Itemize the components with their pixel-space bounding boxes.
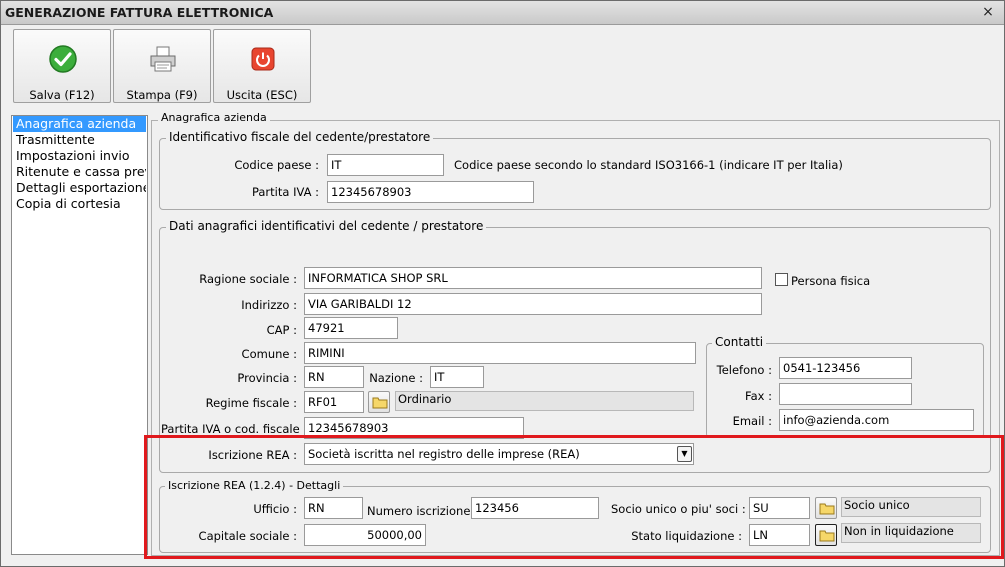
panel-title: Anagrafica azienda xyxy=(158,111,270,124)
window-title: GENERAZIONE FATTURA ELETTRONICA xyxy=(5,5,274,20)
folder-icon xyxy=(372,397,388,409)
close-icon[interactable]: × xyxy=(980,4,996,20)
contacts-title: Contatti xyxy=(712,335,767,349)
address-field[interactable]: VIA GARIBALDI 12 xyxy=(304,293,762,315)
city-label: Comune : xyxy=(241,347,297,361)
country-code-label: Codice paese : xyxy=(234,158,319,172)
nation-field[interactable]: IT xyxy=(430,366,484,388)
vat-or-cf-label: Partita IVA o cod. fiscale : xyxy=(161,422,308,436)
tax-regime-code-field[interactable]: RF01 xyxy=(304,391,364,413)
country-code-hint: Codice paese secondo lo standard ISO3166… xyxy=(454,158,843,172)
tax-regime-label: Regime fiscale : xyxy=(205,396,297,410)
exit-button[interactable]: Uscita (ESC) xyxy=(213,29,311,103)
main-window: GENERAZIONE FATTURA ELETTRONICA × Salva … xyxy=(0,0,1005,567)
registry-title: Dati anagrafici identificativi del ceden… xyxy=(166,219,487,233)
vat-label: Partita IVA : xyxy=(251,185,319,199)
highlight-frame xyxy=(144,435,1004,559)
save-label: Salva (F12) xyxy=(29,88,95,102)
natural-person-checkbox[interactable] xyxy=(775,273,788,286)
company-name-label: Ragione sociale : xyxy=(199,272,297,286)
email-label: Email : xyxy=(732,414,772,428)
nav-item-cortesia[interactable]: Copia di cortesia xyxy=(13,196,146,212)
vat-field[interactable]: 12345678903 xyxy=(327,181,534,203)
fax-field[interactable] xyxy=(779,383,912,405)
country-code-field[interactable]: IT xyxy=(327,154,444,176)
title-bar: GENERAZIONE FATTURA ELETTRONICA × xyxy=(1,1,1004,25)
nav-item-ritenute[interactable]: Ritenute e cassa previdenziale xyxy=(13,164,146,180)
printer-icon xyxy=(150,46,176,72)
natural-person-label: Persona fisica xyxy=(791,274,871,288)
phone-label: Telefono : xyxy=(716,363,772,377)
nav-item-impostazioni[interactable]: Impostazioni invio xyxy=(13,148,146,164)
zip-label: CAP : xyxy=(266,323,297,337)
nation-label: Nazione : xyxy=(369,371,423,385)
section-list: Anagrafica azienda Trasmittente Impostaz… xyxy=(11,115,148,555)
tax-regime-lookup-button[interactable] xyxy=(368,391,390,413)
checkmark-icon xyxy=(49,45,77,73)
address-label: Indirizzo : xyxy=(241,298,297,312)
exit-label: Uscita (ESC) xyxy=(226,88,298,102)
print-label: Stampa (F9) xyxy=(126,88,198,102)
email-field[interactable]: info@azienda.com xyxy=(779,409,974,431)
nav-item-esportazione[interactable]: Dettagli esportazione xyxy=(13,180,146,196)
phone-field[interactable]: 0541-123456 xyxy=(779,357,912,379)
nav-item-trasmittente[interactable]: Trasmittente xyxy=(13,132,146,148)
city-field[interactable]: RIMINI xyxy=(304,342,696,364)
province-field[interactable]: RN xyxy=(304,366,364,388)
power-icon xyxy=(251,47,275,71)
print-button[interactable]: Stampa (F9) xyxy=(113,29,211,103)
fax-label: Fax : xyxy=(745,389,772,403)
tax-regime-desc-field: Ordinario xyxy=(395,391,694,411)
fiscal-id-title: Identificativo fiscale del cedente/prest… xyxy=(166,130,434,144)
province-label: Provincia : xyxy=(237,371,297,385)
company-name-field[interactable]: INFORMATICA SHOP SRL xyxy=(304,267,762,289)
fiscal-id-group xyxy=(159,138,991,210)
zip-field[interactable]: 47921 xyxy=(304,317,398,339)
save-button[interactable]: Salva (F12) xyxy=(13,29,111,103)
nav-item-anagrafica[interactable]: Anagrafica azienda xyxy=(13,116,146,132)
